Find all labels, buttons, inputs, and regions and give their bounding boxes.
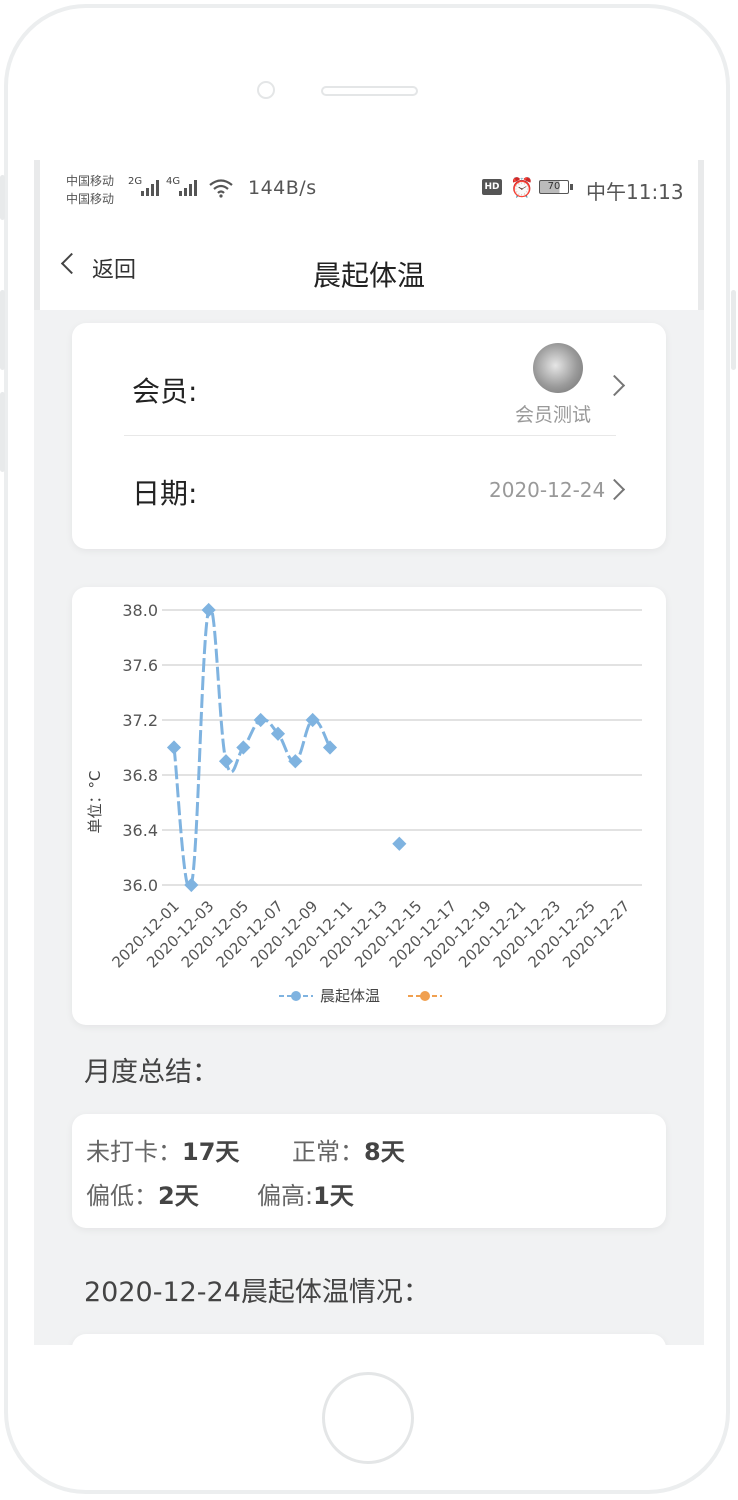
legend-series-1: 晨起体温 [320,987,380,1005]
side-button-left-volume-up [0,290,5,370]
chevron-right-icon [603,478,626,501]
y-tick-label: 37.6 [122,656,158,675]
front-camera [257,81,275,99]
low-value: 2天 [158,1182,199,1210]
missed-label: 未打卡： [86,1138,182,1166]
y-tick-label: 36.8 [122,766,158,785]
member-label: 会员: [132,375,198,408]
member-row[interactable]: 会员: 会员测试 [72,323,666,435]
y-axis-label: 单位：°C [86,771,104,834]
y-tick-label: 36.4 [122,821,158,840]
data-point[interactable] [322,740,338,755]
normal-value: 8天 [364,1138,405,1166]
date-value: 2020-12-24 [489,478,606,502]
side-button-left-top [0,175,5,220]
legend-marker-icon [291,991,301,1001]
home-button[interactable] [322,1372,414,1464]
side-button-left-volume-down [0,392,5,472]
chart-series [166,602,407,893]
missed-stat: 未打卡：17天 [86,1132,239,1167]
info-card: 会员: 会员测试 日期: 2020-12-24 [72,323,666,549]
temperature-chart: 38.0 37.6 37.2 36.8 36.4 36.0 单位：°C 2020-12-0… [86,601,642,1005]
monthly-summary-title: 月度总结： [84,1057,219,1088]
alarm-icon: ⏰ [510,177,534,199]
high-label: 偏高: [257,1182,314,1210]
x-axis-ticks: 2020-12-012020-12-032020-12-052020-12-07… [108,897,633,971]
missed-value: 17天 [182,1138,240,1166]
normal-stat: 正常：8天 [292,1132,405,1167]
data-point[interactable] [253,712,268,728]
page-title: 晨起体温 [312,259,425,292]
y-tick-label: 37.2 [122,711,158,730]
status-bar: 中国移动 中国移动 2G 4G 144B/s HD ⏰ 70 中午11:13 [34,160,704,220]
date-label: 日期: [132,477,198,510]
member-avatar [533,343,583,393]
y-axis-ticks: 38.0 37.6 37.2 36.8 36.4 36.0 [122,601,158,895]
data-point[interactable] [166,740,182,755]
legend-marker-icon [420,991,430,1001]
wifi-icon [209,179,233,198]
daily-status-card [72,1334,666,1345]
y-tick-label: 38.0 [122,601,158,620]
high-stat: 偏高:1天 [257,1176,354,1211]
data-point[interactable] [392,836,407,851]
high-value: 1天 [313,1182,354,1210]
daily-status-title: 2020-12-24晨起体温情况： [84,1277,430,1308]
chart-legend: 晨起体温 [279,987,442,1005]
data-point[interactable] [218,754,234,769]
nav-bar: 返回 晨起体温 [34,220,704,310]
series-line [172,605,332,890]
chart-card: 38.0 37.6 37.2 36.8 36.4 36.0 单位：°C 2020-12-0… [72,587,666,1025]
earpiece-speaker [321,86,418,96]
signal-bars-icon [179,180,197,196]
normal-label: 正常： [292,1138,364,1166]
carrier-1: 中国移动 [66,174,115,188]
status-time: 中午11:13 [586,180,684,204]
battery-icon: 70 [539,180,569,194]
signal-bars-icon [141,180,159,196]
network-2g-label: 2G [128,176,143,187]
app-screen: 中国移动 中国移动 2G 4G 144B/s HD ⏰ 70 中午11:13 返… [34,160,704,1345]
hd-icon: HD [482,179,502,195]
low-stat: 偏低：2天 [86,1176,199,1211]
monthly-summary-card: 未打卡：17天 正常：8天 偏低：2天 偏高:1天 [72,1114,666,1228]
side-button-right-power [731,290,736,370]
low-label: 偏低： [86,1182,158,1210]
carrier-2: 中国移动 [66,192,115,206]
member-name: 会员测试 [515,404,592,426]
y-tick-label: 36.0 [122,876,158,895]
chevron-right-icon [603,374,626,397]
date-row[interactable]: 日期: 2020-12-24 [72,436,666,549]
battery-tip [570,184,573,190]
carrier-labels: 中国移动 中国移动 [66,172,114,208]
network-4g-label: 4G [166,176,181,187]
net-speed: 144B/s [248,177,317,199]
data-point[interactable] [236,740,251,755]
